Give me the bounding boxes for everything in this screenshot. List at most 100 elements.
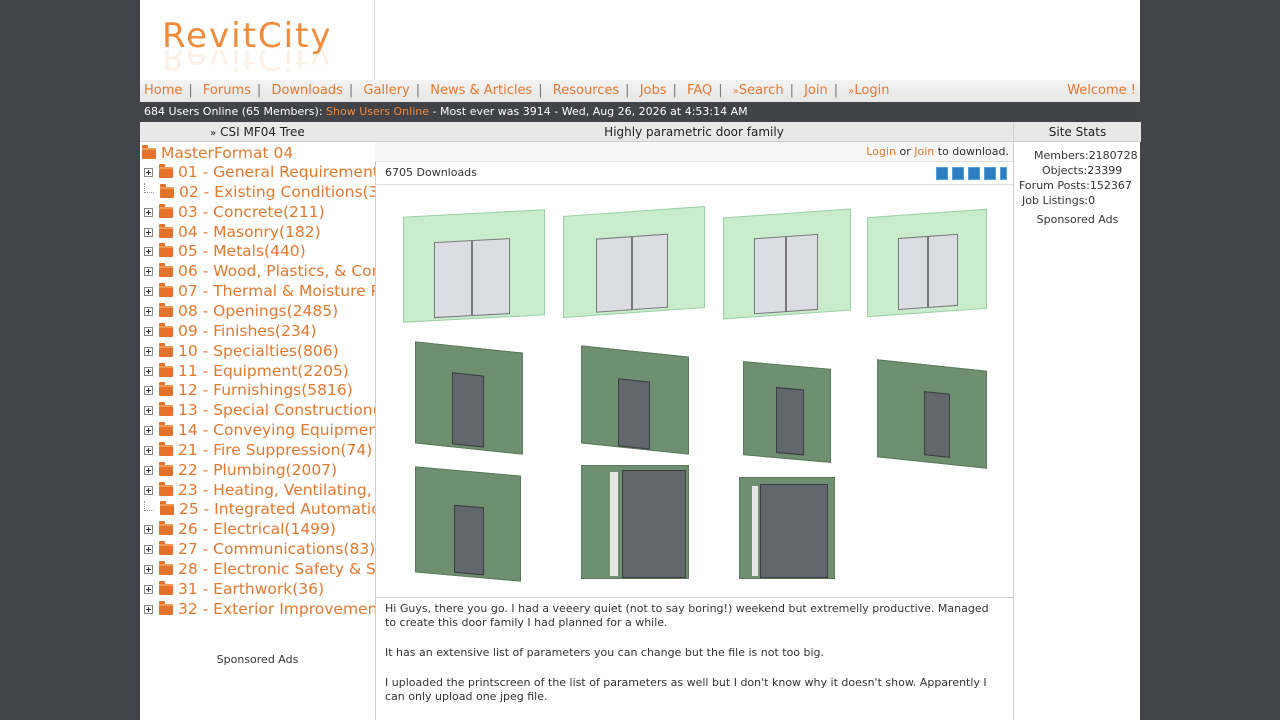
tree-item[interactable]: 09 - Finishes(234)	[144, 321, 317, 341]
tree-item-label: 04 - Masonry(182)	[178, 222, 321, 241]
tree-item[interactable]: 22 - Plumbing(2007)	[144, 460, 337, 480]
tree-item[interactable]: 26 - Electrical(1499)	[144, 519, 336, 539]
most-ever-text: - Most ever was 3914 - Wed, Aug 26, 2026…	[432, 105, 748, 118]
nav-search[interactable]: Search	[739, 83, 784, 98]
tree-item[interactable]: 03 - Concrete(211)	[144, 202, 325, 222]
tree-item[interactable]: 11 - Equipment(2205)	[144, 361, 349, 381]
preview-image[interactable]	[375, 185, 1013, 598]
expand-icon[interactable]	[144, 584, 153, 594]
tree-item[interactable]: 31 - Earthwork(36)	[144, 579, 324, 599]
tree-item-label: 08 - Openings(2485)	[178, 301, 339, 320]
nav-separator: |	[672, 83, 677, 98]
tree-item-label: 22 - Plumbing(2007)	[178, 460, 338, 479]
folder-icon	[159, 422, 173, 437]
revit-icon[interactable]	[1000, 167, 1007, 180]
nav-login[interactable]: Login	[854, 83, 889, 98]
folder-icon	[159, 263, 173, 278]
tree-item[interactable]: 08 - Openings(2485)	[144, 301, 338, 321]
tree-item[interactable]: 06 - Wood, Plastics, & Comp	[144, 261, 376, 281]
tree-item-label: 14 - Conveying Equipment(	[178, 421, 376, 440]
tree-item-label: 21 - Fire Suppression(74)	[178, 440, 373, 459]
expand-icon[interactable]	[144, 168, 153, 177]
nav-faq[interactable]: FAQ	[687, 83, 712, 98]
expand-icon[interactable]	[144, 406, 153, 416]
folder-icon	[159, 561, 173, 575]
revit-icon[interactable]	[968, 167, 980, 180]
tree-item[interactable]: 21 - Fire Suppression(74)	[144, 440, 372, 460]
expand-icon[interactable]	[144, 604, 153, 614]
tree-item[interactable]: 07 - Thermal & Moisture Pro	[144, 281, 375, 301]
expand-icon[interactable]	[144, 525, 153, 535]
page: RevitCity RevitCity Home | Forums | Downlo…	[140, 0, 1141, 720]
expand-icon[interactable]	[144, 346, 153, 356]
expand-icon[interactable]	[144, 465, 153, 475]
nav-forums[interactable]: Forums	[203, 83, 251, 98]
expand-icon[interactable]	[144, 426, 153, 436]
expand-icon[interactable]	[144, 485, 153, 495]
expand-icon[interactable]	[144, 326, 153, 336]
nav-news-articles[interactable]: News & Articles	[430, 83, 532, 98]
tree-item[interactable]: 04 - Masonry(182)	[144, 222, 321, 242]
tree-item-label: 27 - Communications(83)	[178, 540, 376, 559]
expand-icon[interactable]	[144, 227, 153, 237]
revit-icon[interactable]	[952, 167, 964, 180]
expand-icon[interactable]	[144, 306, 153, 316]
tree-item[interactable]: 25 - Integrated Automation	[144, 499, 375, 519]
tree-item-label: 09 - Finishes(234)	[178, 321, 317, 340]
folder-icon	[159, 283, 173, 298]
tree-connector	[144, 183, 154, 194]
nav-home[interactable]: Home	[144, 83, 182, 98]
expand-icon[interactable]	[144, 386, 153, 396]
tree-item[interactable]: 23 - Heating, Ventilating, &	[144, 480, 376, 500]
revit-icon[interactable]	[936, 167, 948, 180]
chevron-down-icon: »	[210, 128, 217, 139]
expand-icon[interactable]	[144, 366, 153, 376]
expand-icon[interactable]	[144, 445, 153, 455]
description-paragraph: Hi Guys, there you go. I had a veeery qu…	[385, 602, 989, 629]
tree-item[interactable]: 05 - Metals(440)	[144, 241, 306, 261]
tree-item[interactable]: 14 - Conveying Equipment(	[144, 420, 376, 440]
nav-downloads[interactable]: Downloads	[271, 83, 342, 98]
tree-item-label: 05 - Metals(440)	[178, 242, 306, 261]
expand-icon[interactable]	[144, 267, 153, 277]
nav-jobs[interactable]: Jobs	[640, 83, 667, 98]
description-paragraph: It has an extensive list of parameters y…	[385, 646, 825, 659]
left-sponsored-ads: Sponsored Ads	[216, 653, 299, 666]
tree-root[interactable]: MasterFormat 04	[142, 144, 293, 162]
tree-item[interactable]: 10 - Specialties(806)	[144, 341, 339, 361]
expand-icon[interactable]	[144, 545, 153, 555]
content-panel: Highly parametric door family Login or J…	[375, 122, 1013, 720]
tree-root-label: MasterFormat 04	[161, 144, 294, 162]
tree-item[interactable]: 27 - Communications(83)	[144, 539, 375, 559]
tree-item-label: 23 - Heating, Ventilating, &	[178, 480, 376, 499]
nav-gallery[interactable]: Gallery	[363, 83, 409, 98]
csi-tree-header[interactable]: » CSI MF04 Tree	[140, 122, 375, 142]
expand-icon[interactable]	[144, 207, 153, 217]
right-sponsored-ads: Sponsored Ads	[1036, 213, 1119, 226]
tree-item[interactable]: 13 - Special Construction(15	[144, 400, 375, 420]
stat-members: Members:2180728	[1034, 149, 1138, 162]
tree-item[interactable]: 28 - Electronic Safety & Sec	[144, 559, 375, 579]
tree-item[interactable]: 12 - Furnishings(5816)	[144, 380, 353, 400]
nav-join[interactable]: Join	[804, 83, 828, 98]
login-link[interactable]: Login	[866, 145, 896, 158]
door-preview-thumb	[563, 206, 705, 318]
join-link[interactable]: Join	[914, 145, 934, 158]
folder-icon	[159, 521, 173, 536]
tree-item-label: 13 - Special Construction(15	[178, 401, 375, 420]
expand-icon[interactable]	[144, 565, 153, 574]
revit-icon[interactable]	[984, 167, 996, 180]
tree-item[interactable]: 01 - General Requirements(	[144, 162, 375, 182]
tree-item-label: 06 - Wood, Plastics, & Comp	[178, 262, 376, 281]
tree-item-label: 26 - Electrical(1499)	[178, 520, 336, 539]
tree-item[interactable]: 32 - Exterior Improvements	[144, 599, 375, 619]
stat-job-listings: Job Listings:0	[1022, 194, 1096, 207]
tree-item[interactable]: 02 - Existing Conditions(35)	[144, 182, 375, 202]
show-users-online-link[interactable]: Show Users Online	[326, 105, 429, 118]
folder-icon	[159, 541, 173, 556]
expand-icon[interactable]	[144, 287, 153, 297]
nav-resources[interactable]: Resources	[553, 83, 619, 98]
nav-separator: |	[718, 83, 723, 98]
logo-box[interactable]: RevitCity RevitCity	[140, 0, 375, 80]
expand-icon[interactable]	[144, 247, 153, 257]
